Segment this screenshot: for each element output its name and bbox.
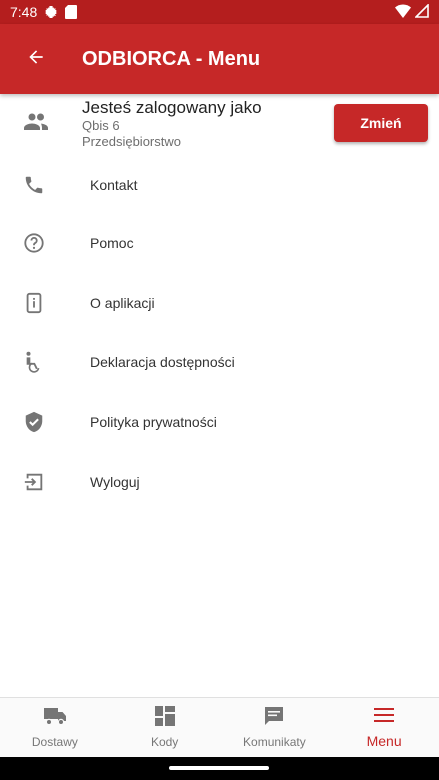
menu-item-label: Wyloguj bbox=[90, 474, 140, 490]
nav-menu[interactable]: Menu bbox=[329, 698, 439, 757]
menu-item-label: Polityka prywatności bbox=[90, 414, 217, 430]
menu-item-pomoc[interactable]: Pomoc bbox=[0, 215, 439, 271]
info-device-icon bbox=[0, 292, 70, 314]
sd-card-icon bbox=[65, 5, 78, 19]
message-icon bbox=[264, 706, 284, 731]
nav-label: Komunikaty bbox=[243, 735, 306, 749]
page-title: ODBIORCA - Menu bbox=[82, 47, 261, 70]
back-button[interactable] bbox=[0, 24, 72, 94]
status-bar: 7:48 bbox=[0, 0, 439, 24]
people-icon bbox=[24, 112, 48, 137]
user-name: Qbis 6 bbox=[82, 118, 120, 133]
signal-icon bbox=[414, 2, 429, 21]
phone-icon bbox=[0, 174, 70, 196]
truck-icon bbox=[43, 706, 67, 731]
menu-item-label: Kontakt bbox=[90, 177, 138, 193]
logout-icon bbox=[0, 471, 70, 493]
status-time: 7:48 bbox=[10, 4, 38, 20]
settings-icon bbox=[43, 4, 59, 20]
logged-in-heading: Jesteś zalogowany jako bbox=[82, 98, 262, 117]
arrow-back-icon bbox=[26, 47, 46, 72]
menu-item-label: O aplikacji bbox=[90, 295, 155, 311]
menu-item-polityka-prywatnosci[interactable]: Polityka prywatności bbox=[0, 394, 439, 450]
shield-check-icon bbox=[0, 411, 70, 433]
accessibility-icon bbox=[0, 351, 70, 373]
nav-label: Menu bbox=[366, 733, 402, 749]
menu-icon bbox=[373, 706, 395, 729]
home-gesture-handle[interactable] bbox=[169, 766, 269, 770]
nav-dostawy[interactable]: Dostawy bbox=[0, 698, 110, 757]
help-circle-icon bbox=[0, 232, 70, 254]
change-user-button[interactable]: Zmień bbox=[334, 104, 428, 142]
system-gesture-bar bbox=[0, 757, 439, 780]
nav-komunikaty[interactable]: Komunikaty bbox=[220, 698, 330, 757]
menu-item-wyloguj[interactable]: Wyloguj bbox=[0, 454, 439, 510]
menu-item-kontakt[interactable]: Kontakt bbox=[0, 157, 439, 213]
bottom-navigation: Dostawy Kody Komunikaty Menu bbox=[0, 697, 439, 757]
menu-item-o-aplikacji[interactable]: O aplikacji bbox=[0, 275, 439, 331]
app-bar: ODBIORCA - Menu bbox=[0, 24, 439, 94]
nav-label: Dostawy bbox=[31, 735, 78, 749]
dashboard-icon bbox=[154, 706, 175, 731]
menu-item-label: Deklaracja dostępności bbox=[90, 354, 235, 370]
wifi-icon bbox=[395, 4, 411, 21]
nav-kody[interactable]: Kody bbox=[110, 698, 220, 757]
menu-item-label: Pomoc bbox=[90, 235, 134, 251]
nav-label: Kody bbox=[150, 735, 179, 749]
menu-item-deklaracja-dostepnosci[interactable]: Deklaracja dostępności bbox=[0, 334, 439, 390]
user-type: Przedsiębiorstwo bbox=[82, 134, 181, 149]
